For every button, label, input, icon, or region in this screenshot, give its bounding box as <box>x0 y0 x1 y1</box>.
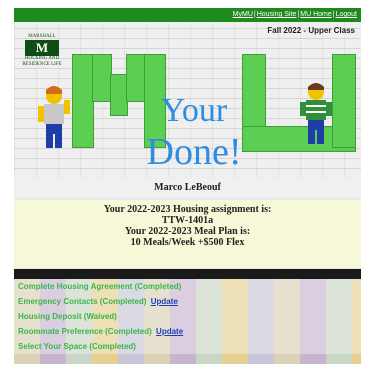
brick-u-right <box>332 54 356 148</box>
meal-plan-value: 10 Meals/Week +$500 Flex <box>130 237 245 248</box>
marshall-housing-logo: MARSHALL M HOUSING AND RESIDENCE LIFE <box>18 34 66 78</box>
checklist-item: Complete Housing Agreement (Completed) <box>14 279 361 294</box>
student-name: Marco LeBeouf <box>14 178 361 198</box>
logo-bottom-text: HOUSING AND RESIDENCE LIFE <box>22 56 62 67</box>
meal-plan-label: Your 2022-2023 Meal Plan is: <box>124 226 251 237</box>
checklist-item: Select Your Space (Completed) <box>14 339 361 354</box>
nav-separator: | <box>297 11 300 18</box>
page-frame: MyMU|Housing Site|MU Home|Logout Fall 20… <box>14 8 361 364</box>
minifigure-left-icon <box>38 86 70 148</box>
logo-mark: M <box>25 40 59 56</box>
nav-link-logout[interactable]: Logout <box>336 11 357 18</box>
checklist-item: Roommate Preference (Completed) Update <box>14 324 361 339</box>
housing-room: TTW-1401a <box>161 215 214 226</box>
checklist-item-label: Select Your Space (Completed) <box>18 342 136 351</box>
top-nav: MyMU|Housing Site|MU Home|Logout <box>14 8 361 22</box>
checklist-item: Emergency Contacts (Completed) Update <box>14 294 361 309</box>
minifigure-right-icon <box>300 83 332 144</box>
headline-your: Your <box>160 92 228 129</box>
assignment-panel: Your 2022-2023 Housing assignment is: TT… <box>14 200 361 268</box>
checklist: Complete Housing Agreement (Completed) E… <box>14 279 361 364</box>
semester-label: Fall 2022 - Upper Class <box>267 26 355 35</box>
brick-m-left <box>72 54 94 148</box>
housing-assignment-label: Your 2022-2023 Housing assignment is: <box>103 204 272 215</box>
checklist-item-label: Complete Housing Agreement (Completed) <box>18 282 182 291</box>
headline-done: Done! <box>146 131 242 173</box>
nav-link-housing-site[interactable]: Housing Site <box>257 11 297 18</box>
update-emergency-contacts-link[interactable]: Update <box>151 297 178 306</box>
checklist-item: Housing Deposit (Waived) <box>14 309 361 324</box>
nav-link-mu-home[interactable]: MU Home <box>300 11 332 18</box>
checklist-item-label: Housing Deposit (Waived) <box>18 312 117 321</box>
checklist-item-label: Emergency Contacts (Completed) <box>18 297 147 306</box>
nav-link-mymu[interactable]: MyMU <box>233 11 253 18</box>
nav-separator: | <box>253 11 256 18</box>
checklist-item-label: Roommate Preference (Completed) <box>18 327 152 336</box>
update-roommate-preference-link[interactable]: Update <box>156 327 183 336</box>
divider-bar <box>14 269 361 279</box>
hero-banner: Fall 2022 - Upper Class MARSHALL M HOUSI… <box>14 22 361 178</box>
brick-m-diag-left <box>92 54 112 102</box>
nav-separator: | <box>332 11 335 18</box>
